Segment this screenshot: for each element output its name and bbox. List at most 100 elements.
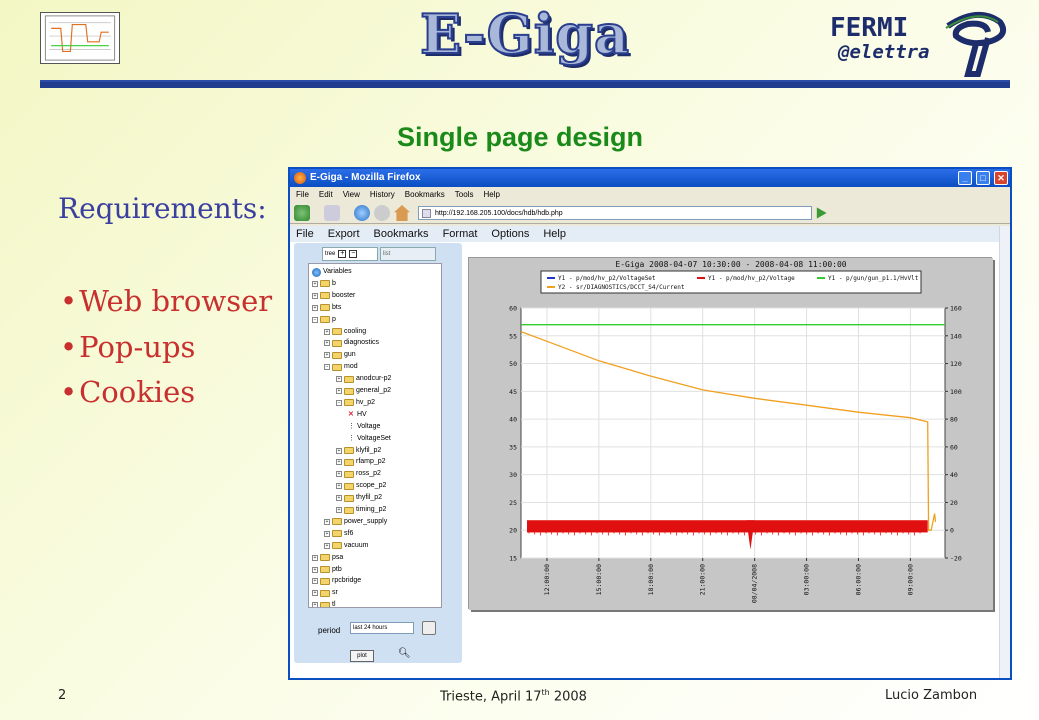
expand-icon[interactable]: + [336,388,342,394]
tree-node[interactable]: + sf6 [324,528,353,540]
expand-icon[interactable]: + [312,590,318,597]
back-icon[interactable] [294,205,310,221]
tree-node[interactable]: + scope_p2 [336,480,386,492]
collapse-icon[interactable]: − [312,316,318,323]
go-icon[interactable] [816,207,827,219]
calendar-icon[interactable] [422,621,436,635]
expand-icon[interactable]: + [312,304,318,311]
tree-node-label: VoltageSet [357,434,391,442]
y1-tick-label: 60 [509,305,517,313]
collapse-all-icon[interactable]: − [349,250,358,258]
x-tick-label: 21:00:00 [699,564,707,595]
tree-node[interactable]: + klyfil_p2 [336,445,381,457]
expand-icon[interactable]: + [336,376,342,383]
tree-node[interactable]: + rfamp_p2 [336,456,386,468]
menu-bookmarks[interactable]: Bookmarks [405,187,445,202]
tab-list[interactable]: list [380,247,436,261]
tree-node[interactable]: ✕ HV [348,409,367,421]
expand-icon[interactable]: + [336,471,342,478]
tree-node[interactable]: + booster [312,290,355,302]
y1-tick-label: 25 [509,499,517,507]
tab-tree[interactable]: tree + − [322,247,378,261]
minimize-icon[interactable]: _ [958,171,972,185]
tree-node[interactable]: + rpcbridge [312,575,361,587]
tree-root[interactable]: Variables [312,266,352,278]
expand-icon[interactable]: + [324,542,330,549]
zoom-icon[interactable]: 🔍︎ [398,648,411,659]
tree-node[interactable]: − p [312,314,336,326]
tree-node[interactable]: + ptb [312,564,342,576]
menu-file[interactable]: File [296,187,309,202]
x-tick-label: 06:00:00 [854,564,862,595]
tree-node[interactable]: ⋮ Voltage [348,421,380,433]
tree-node[interactable]: + bts [312,302,341,314]
legend-entry: Y1 - p/gun/gun_p1.1/HvVlt [828,275,919,282]
expand-icon[interactable]: + [324,328,330,335]
tree-node-label: diagnostics [344,339,380,347]
expand-icon[interactable]: + [312,280,318,287]
variables-tree[interactable]: Variables + b + booster + bts − p + cooling + diagn… [308,263,442,608]
period-input[interactable]: last 24 hours [350,622,414,634]
app-menu-file[interactable]: File [296,226,314,242]
folder-icon [332,363,342,371]
tree-node[interactable]: + thyfil_p2 [336,492,382,504]
forward-icon[interactable] [324,205,340,221]
expand-icon[interactable]: + [336,447,342,454]
logo-text-fermi: FERMI [830,13,908,43]
plot-button[interactable]: plot [350,650,374,662]
maximize-icon[interactable]: □ [976,171,990,185]
menu-edit[interactable]: Edit [319,187,333,202]
menu-help[interactable]: Help [483,187,499,202]
url-bar[interactable]: http://192.168.205.100/docs/hdb/hdb.php [418,206,812,220]
tree-node[interactable]: + anodcur-p2 [336,373,391,385]
tree-node[interactable]: + general_p2 [336,385,391,397]
expand-icon[interactable]: + [324,352,330,359]
expand-icon[interactable]: + [336,483,342,490]
expand-icon[interactable]: + [336,507,342,513]
tree-node[interactable]: + vacuum [324,540,369,552]
menu-tools[interactable]: Tools [455,187,474,202]
app-menu-bookmarks[interactable]: Bookmarks [374,226,429,242]
expand-icon[interactable]: + [336,495,342,502]
app-menu-format[interactable]: Format [443,226,478,242]
expand-icon[interactable]: + [312,554,318,561]
expand-icon[interactable]: + [324,518,330,525]
expand-icon[interactable]: + [336,459,342,466]
menu-history[interactable]: History [370,187,395,202]
home-icon[interactable] [394,205,410,221]
expand-icon[interactable]: + [312,602,318,607]
collapse-icon[interactable]: − [336,399,342,406]
stop-icon[interactable] [374,205,390,221]
app-menubar: File Export Bookmarks Format Options Hel… [290,226,1010,242]
tree-node[interactable]: + ross_p2 [336,468,381,480]
tree-node[interactable]: + b [312,278,336,290]
collapse-icon[interactable]: − [324,364,330,371]
expand-icon[interactable]: + [312,566,318,573]
tree-node[interactable]: + tl [312,599,336,607]
app-menu-options[interactable]: Options [491,226,529,242]
folder-icon [320,601,330,607]
expand-icon[interactable]: + [312,292,318,299]
reload-icon[interactable] [354,205,370,221]
app-menu-help[interactable]: Help [543,226,566,242]
tree-node[interactable]: + timing_p2 [336,504,386,516]
expand-icon[interactable]: + [324,530,330,537]
tree-node[interactable]: − hv_p2 [336,397,375,409]
tree-node[interactable]: + psa [312,552,343,564]
window-titlebar[interactable]: E-Giga - Mozilla Firefox _ □ ✕ [290,169,1010,187]
tree-node[interactable]: − mod [324,361,358,373]
app-menu-export[interactable]: Export [328,226,360,242]
tree-node-label: ptb [332,565,342,573]
page-scrollbar[interactable] [999,226,1010,678]
tree-node[interactable]: + power_supply [324,516,387,528]
menu-view[interactable]: View [343,187,360,202]
tree-node[interactable]: + diagnostics [324,337,379,349]
expand-all-icon[interactable]: + [338,250,347,258]
close-icon[interactable]: ✕ [994,171,1008,185]
expand-icon[interactable]: + [312,578,318,585]
tree-node[interactable]: ⋮ VoltageSet [348,433,391,445]
expand-icon[interactable]: + [324,340,330,347]
tree-node[interactable]: + gun [324,349,356,361]
tree-node[interactable]: + sr [312,587,338,599]
tree-node[interactable]: + cooling [324,326,366,338]
